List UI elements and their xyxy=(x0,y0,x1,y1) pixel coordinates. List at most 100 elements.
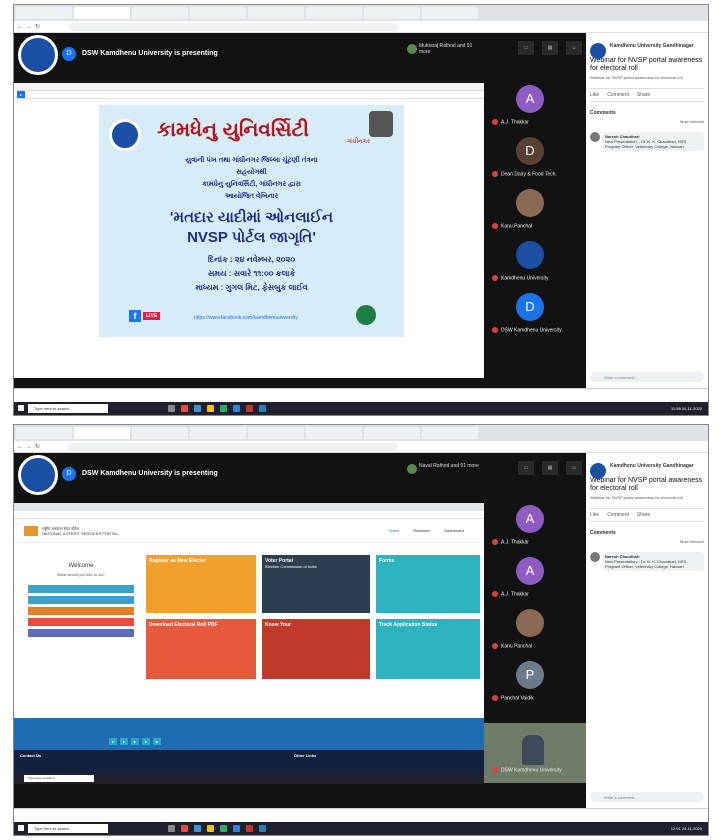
app-icon[interactable] xyxy=(246,405,253,412)
welcome-option[interactable] xyxy=(28,607,134,615)
welcome-option[interactable] xyxy=(28,618,134,626)
tile-voter-portal[interactable]: Voter Portal Election Commission of India xyxy=(262,555,370,613)
windows-start-icon[interactable] xyxy=(18,405,24,411)
participant-tile[interactable]: A A.J. Thakkar xyxy=(486,499,586,551)
tile-download-roll[interactable]: Download Electoral Roll PDF xyxy=(146,619,256,679)
participant-tile[interactable]: A A.J. Thakkar xyxy=(486,79,586,131)
banner-link[interactable]: ▸ xyxy=(153,738,162,745)
browser-tab[interactable] xyxy=(16,7,72,19)
browser-tab-active[interactable] xyxy=(74,427,130,439)
forward-icon[interactable]: → xyxy=(26,24,32,30)
comment-button[interactable]: Comment xyxy=(607,512,629,518)
browser-tab[interactable] xyxy=(132,427,188,439)
write-comment-input[interactable]: Write a comment... xyxy=(590,792,704,802)
windows-start-icon[interactable] xyxy=(18,825,24,831)
menu-home[interactable]: Home xyxy=(389,528,400,533)
most-relevant-dropdown[interactable]: Most relevant xyxy=(590,539,704,544)
taskview-icon[interactable] xyxy=(168,825,175,832)
browser-tab[interactable] xyxy=(306,427,362,439)
present-button[interactable]: ▸ xyxy=(17,91,26,98)
like-button[interactable]: Like xyxy=(590,512,599,518)
write-comment-input[interactable]: Write a comment... xyxy=(590,372,704,382)
browser-tab[interactable] xyxy=(248,427,304,439)
banner-link[interactable]: ▸ xyxy=(131,738,140,745)
tile-know-your[interactable]: Know Your xyxy=(262,619,370,679)
app-icon[interactable] xyxy=(259,825,266,832)
page-name[interactable]: Kamdhenu University Gandhinagar xyxy=(610,43,704,49)
app-icon[interactable] xyxy=(233,405,240,412)
people-icon[interactable]: ☺ xyxy=(566,461,582,475)
poster-link[interactable]: https://www.facebook.com/kamdhenuunivers… xyxy=(194,315,298,321)
browser-tab[interactable] xyxy=(190,427,246,439)
participant-tile[interactable]: Kanu Panchal xyxy=(486,183,586,235)
grid-icon[interactable]: ▦ xyxy=(542,461,558,475)
banner-link[interactable]: ▸ xyxy=(142,738,151,745)
participant-avatar: A xyxy=(516,85,544,113)
welcome-option[interactable] xyxy=(28,585,134,593)
browser-tab[interactable] xyxy=(422,427,478,439)
browser-tab-active[interactable] xyxy=(74,7,130,19)
url-input[interactable] xyxy=(68,22,399,31)
app-icon[interactable] xyxy=(259,405,266,412)
app-icon[interactable] xyxy=(194,405,201,412)
post-actions: Like Comment Share xyxy=(590,88,704,102)
back-icon[interactable]: ← xyxy=(17,24,23,30)
banner-link[interactable]: ▸ xyxy=(109,738,118,745)
layout-icon[interactable]: ▭ xyxy=(518,41,534,55)
app-icon[interactable] xyxy=(233,825,240,832)
browser-tab[interactable] xyxy=(364,427,420,439)
participant-tile[interactable]: A A.J. Thakkar xyxy=(486,551,586,603)
comment-item: Naresh Chaudhari New Presentation... Dr. … xyxy=(590,132,704,151)
app-icon[interactable] xyxy=(246,825,253,832)
participant-tile[interactable]: Kanu Panchal xyxy=(486,603,586,655)
like-button[interactable]: Like xyxy=(590,92,599,98)
app-icon[interactable] xyxy=(207,405,214,412)
welcome-option[interactable] xyxy=(28,596,134,604)
most-relevant-dropdown[interactable]: Most relevant xyxy=(590,119,704,124)
poster-line-4: આયોજિત વેબિનાર xyxy=(224,193,279,200)
post-actions: Like Comment Share xyxy=(590,508,704,522)
browser-tab[interactable] xyxy=(306,7,362,19)
taskbar-search[interactable]: Type here to search xyxy=(28,404,108,413)
comments-heading: Comments xyxy=(590,530,616,536)
windows-taskbar: Type here to search 11:58 24-11-2020 xyxy=(14,402,708,415)
app-icon[interactable] xyxy=(194,825,201,832)
app-icon[interactable] xyxy=(181,405,188,412)
app-icon[interactable] xyxy=(220,825,227,832)
participant-name: Kanu Panchal xyxy=(492,223,532,229)
browser-tab[interactable] xyxy=(190,7,246,19)
app-icon[interactable] xyxy=(220,405,227,412)
welcome-option[interactable] xyxy=(28,629,134,637)
participant-tile[interactable]: P Panchal Vaidik xyxy=(486,655,586,707)
comment-button[interactable]: Comment xyxy=(607,92,629,98)
tile-track-status[interactable]: Track Application Status xyxy=(376,619,480,679)
taskview-icon[interactable] xyxy=(168,405,175,412)
share-button[interactable]: Share xyxy=(637,92,650,98)
browser-tab[interactable] xyxy=(16,427,72,439)
browser-tab[interactable] xyxy=(248,7,304,19)
participant-tile[interactable]: D DSW Kamdhenu University xyxy=(486,287,586,339)
participant-tile[interactable]: Kamdhenu University xyxy=(486,235,586,287)
back-icon[interactable]: ← xyxy=(17,444,23,450)
page-name[interactable]: Kamdhenu University Gandhinagar xyxy=(610,463,704,469)
taskbar-search[interactable]: Type here to search xyxy=(28,824,108,833)
url-input[interactable] xyxy=(68,442,399,451)
tile-register[interactable]: Register as New Elector xyxy=(146,555,256,613)
reload-icon[interactable]: ↻ xyxy=(35,23,40,30)
grid-icon[interactable]: ▦ xyxy=(542,41,558,55)
browser-tab[interactable] xyxy=(364,7,420,19)
menu-research[interactable]: Research xyxy=(413,528,430,533)
forward-icon[interactable]: → xyxy=(26,444,32,450)
app-icon[interactable] xyxy=(181,825,188,832)
share-button[interactable]: Share xyxy=(637,512,650,518)
layout-icon[interactable]: ▭ xyxy=(518,461,534,475)
people-icon[interactable]: ☺ xyxy=(566,41,582,55)
participant-tile[interactable]: D Dean Dairy & Food Tech. xyxy=(486,131,586,183)
tile-forms[interactable]: Forms xyxy=(376,555,480,613)
menu-dashboard[interactable]: Dashboard xyxy=(444,528,464,533)
app-icon[interactable] xyxy=(207,825,214,832)
browser-tab[interactable] xyxy=(132,7,188,19)
browser-tab[interactable] xyxy=(422,7,478,19)
reload-icon[interactable]: ↻ xyxy=(35,443,40,450)
banner-link[interactable]: ▸ xyxy=(120,738,129,745)
